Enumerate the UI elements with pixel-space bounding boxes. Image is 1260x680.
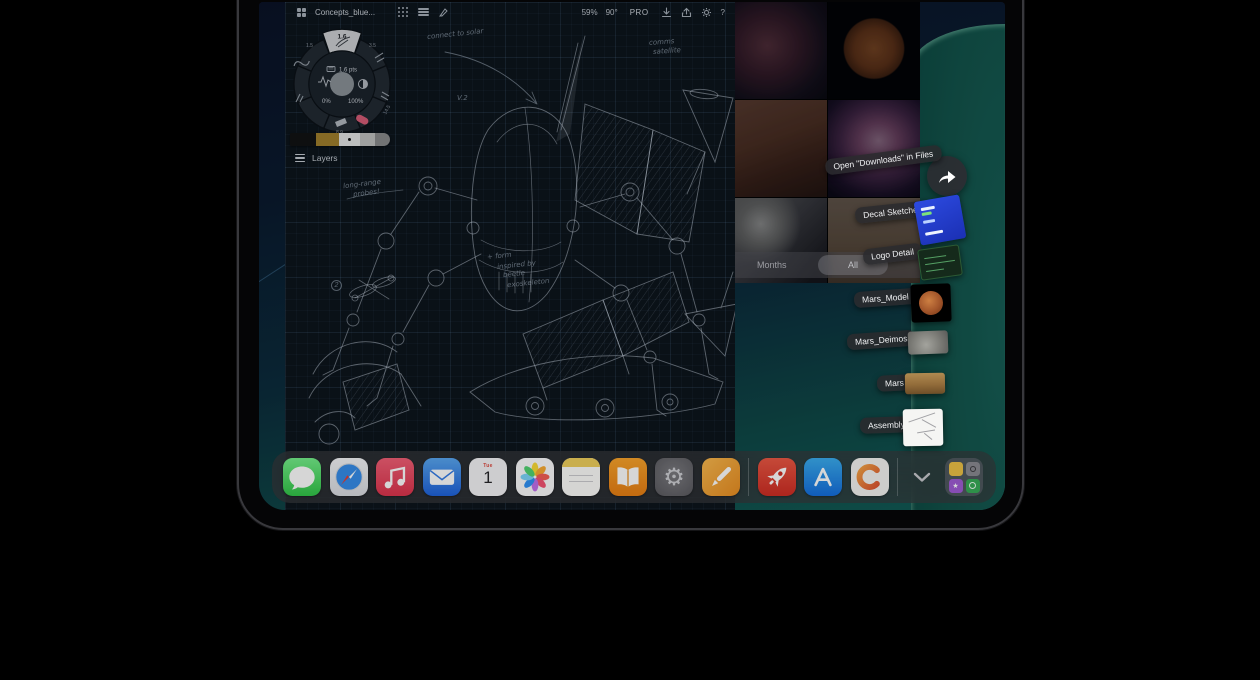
app-library-mini-green: [966, 479, 980, 493]
color-swatch[interactable]: [290, 133, 316, 146]
opacity-min: 0%: [322, 99, 331, 105]
mail-envelope-icon: [423, 458, 461, 496]
photo-grid: [735, 2, 920, 283]
layers-label: Layers: [312, 153, 338, 163]
photos-app-window: Months All: [735, 2, 920, 283]
concepts-c-icon: [851, 458, 889, 496]
dock-app-notes[interactable]: [562, 458, 600, 496]
layers-menu-icon: [295, 154, 305, 162]
help-button[interactable]: ?: [721, 8, 725, 17]
safari-icon: [330, 458, 368, 496]
app-library-mini-tips: [949, 462, 963, 476]
calendar-day: 1: [469, 468, 507, 488]
rocket-icon: [758, 458, 796, 496]
layers-button[interactable]: Layers: [295, 153, 338, 163]
dock-app-mail[interactable]: [423, 458, 461, 496]
dock-app-concepts[interactable]: [851, 458, 889, 496]
photo-mars-globe[interactable]: [828, 2, 920, 99]
photos-flower-icon: [516, 458, 554, 496]
app-library-mini-star: ★: [949, 479, 963, 493]
color-swatch-selected[interactable]: [339, 133, 360, 146]
pen-icon: [702, 458, 740, 496]
export-icon[interactable]: [681, 6, 693, 18]
drag-thumb-logo-detail[interactable]: [917, 244, 963, 281]
ipad-device: Concepts_blue... 59% 90° PRO: [237, 0, 1024, 530]
dock-app-library[interactable]: ★: [945, 458, 983, 496]
dock-app-safari[interactable]: [330, 458, 368, 496]
drag-thumb-mars-model[interactable]: [910, 283, 951, 322]
dock-app-music[interactable]: [376, 458, 414, 496]
color-swatch[interactable]: [360, 133, 375, 146]
photo-horsehead-nebula[interactable]: [735, 2, 827, 99]
share-drop-button[interactable]: [927, 156, 967, 196]
annotation-version: V.2: [457, 94, 468, 102]
dock-divider: [897, 458, 898, 496]
dock-app-books[interactable]: [609, 458, 647, 496]
concepts-toolbar: Concepts_blue... 59% 90° PRO: [285, 2, 735, 22]
dock-app-photos[interactable]: [516, 458, 554, 496]
color-swatch[interactable]: [375, 133, 390, 146]
forward-arrow-icon: [937, 168, 957, 184]
photo-mars-surface[interactable]: [735, 100, 827, 197]
drag-thumb-mars-deimos[interactable]: [908, 330, 949, 354]
tab-months[interactable]: Months: [757, 252, 787, 278]
appstore-icon: [804, 458, 842, 496]
concepts-app-window: Concepts_blue... 59% 90° PRO: [285, 2, 735, 510]
dock-app-rocket[interactable]: [758, 458, 796, 496]
canvas-rotation[interactable]: 90°: [606, 8, 618, 17]
pen-nib-icon[interactable]: [437, 6, 449, 18]
zoom-level[interactable]: 59%: [582, 8, 598, 17]
drag-thumb-mars[interactable]: [905, 373, 945, 395]
wheel-center-knob: [330, 72, 354, 96]
ring-size-right: 3.5: [369, 43, 376, 49]
settings-gear-icon[interactable]: [701, 6, 713, 18]
app-grid-icon[interactable]: [295, 6, 307, 18]
drag-thumb-assembly[interactable]: [903, 409, 944, 447]
music-note-icon: [376, 458, 414, 496]
messages-icon: [283, 458, 321, 496]
dock-collapse-button[interactable]: [907, 458, 937, 496]
app-library-mini-camera: [966, 462, 980, 476]
ipad-screen: Concepts_blue... 59% 90° PRO: [259, 2, 1005, 510]
dock-app-appstore[interactable]: [804, 458, 842, 496]
drag-thumb-decal-sketches[interactable]: [914, 194, 967, 245]
opacity-max: 100%: [348, 99, 364, 105]
align-lines-icon[interactable]: [417, 6, 429, 18]
dock: Tue 1: [272, 451, 996, 503]
dock-app-sketch[interactable]: [702, 458, 740, 496]
import-icon[interactable]: [661, 6, 673, 18]
document-title[interactable]: Concepts_blue...: [315, 8, 375, 17]
dock-divider: [748, 458, 749, 496]
notes-header-strip: [562, 458, 600, 467]
dock-app-settings[interactable]: ⚙: [655, 458, 693, 496]
annotation-figure-number: 2: [331, 280, 342, 291]
dot-grid-icon[interactable]: [397, 6, 409, 18]
active-tool-size: 1.6: [337, 34, 346, 41]
books-icon: [609, 458, 647, 496]
tool-wheel[interactable]: 1.6 1.5 3.5 14.5 8.9: [287, 24, 397, 136]
ring-size-left: 1.5: [306, 43, 313, 49]
color-swatch[interactable]: [316, 133, 339, 146]
color-palette: [290, 133, 390, 146]
settings-gear-glyph: ⚙: [655, 458, 693, 496]
pro-badge[interactable]: PRO: [630, 8, 649, 17]
chevron-down-icon: [912, 471, 932, 483]
dock-app-calendar[interactable]: Tue 1: [469, 458, 507, 496]
dock-app-messages[interactable]: [283, 458, 321, 496]
